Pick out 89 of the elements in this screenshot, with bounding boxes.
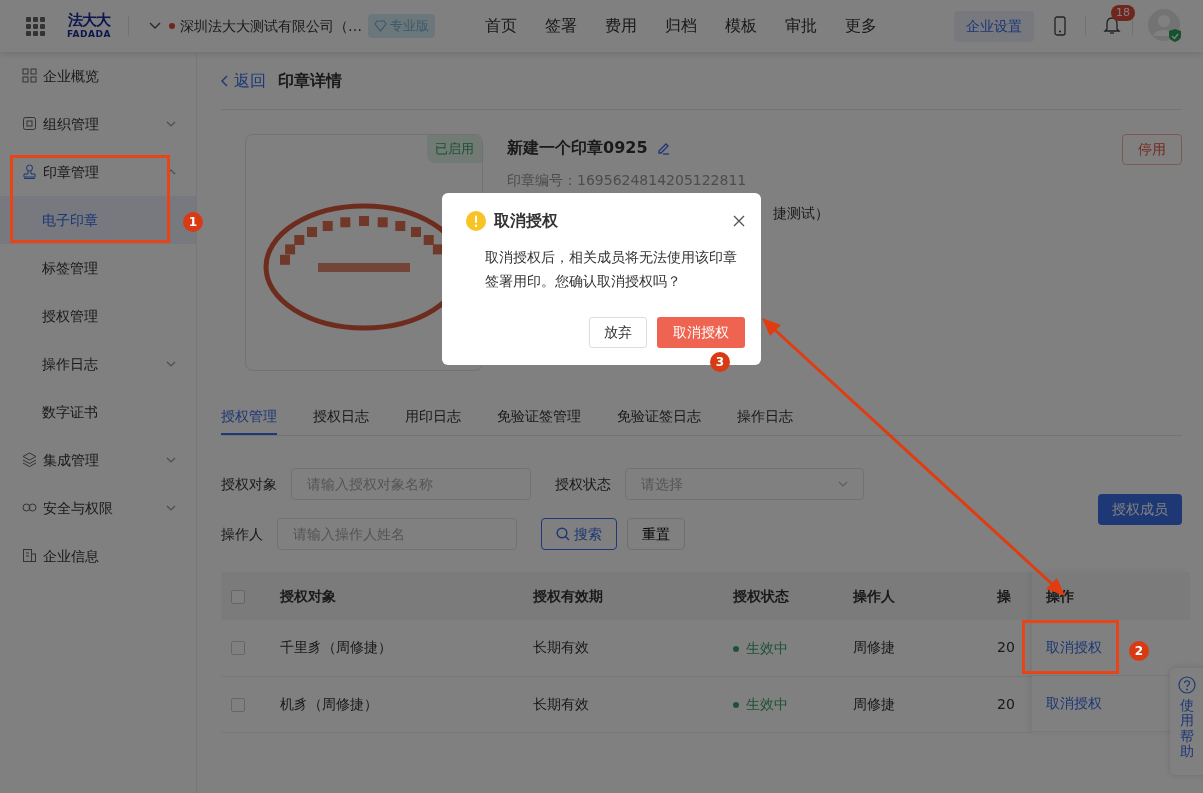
column-header: 操 (995, 572, 1032, 620)
close-button[interactable] (733, 215, 745, 227)
field-label: 授权状态 (555, 474, 611, 494)
status-dot (733, 645, 739, 652)
checkbox[interactable] (231, 589, 245, 604)
column-header: 授权有效期 (518, 572, 718, 620)
sidebar-item[interactable]: 集成管理 (0, 436, 196, 484)
revoke-link[interactable]: 取消授权 (1046, 637, 1102, 658)
status-dot (733, 701, 739, 708)
sidebar-item[interactable]: 安全与权限 (0, 484, 196, 532)
nav-item[interactable]: 费用 (604, 14, 637, 38)
company-name[interactable]: 深圳法大大测试有限公司（… (179, 15, 362, 37)
grid-icon (22, 68, 37, 84)
table-cell: 长期有效 (518, 676, 718, 732)
column-header: 授权状态 (718, 572, 838, 620)
notification-badge: 18 (1111, 5, 1135, 21)
stamp-icon (22, 164, 37, 180)
nav-item[interactable]: 首页 (484, 14, 517, 38)
chevron-icon[interactable] (148, 22, 161, 30)
warning-icon (466, 211, 486, 231)
nav-item[interactable]: 模板 (724, 14, 757, 38)
chevron-icon[interactable] (166, 361, 176, 367)
chevron-icon (838, 481, 848, 487)
sidebar-item[interactable]: 标签管理 (0, 244, 196, 292)
sidebar-item[interactable]: 印章管理 (0, 148, 196, 196)
checkbox[interactable] (231, 641, 245, 656)
back-link[interactable]: 返回 (221, 68, 266, 93)
table-cell: 周修捷 (838, 676, 995, 732)
column-header: 授权对象 (265, 572, 518, 620)
dialog-title: 取消授权 (494, 210, 558, 232)
search-icon (556, 527, 570, 541)
document-icon (22, 548, 37, 564)
table-cell: 千里豸（周修捷） (265, 620, 518, 676)
company-text: 捷测试） (773, 204, 829, 223)
tab[interactable]: 免验证签管理 (497, 400, 581, 435)
reset-button[interactable]: 重置 (627, 518, 685, 550)
table-cell: 长期有效 (518, 620, 718, 676)
chevron-icon[interactable] (166, 505, 176, 511)
bell-icon[interactable] (1103, 16, 1121, 36)
status-badge: 已启用 (427, 135, 482, 163)
dialog-message: 取消授权后，相关成员将无法使用该印章签署用印。您确认取消授权吗？ (485, 248, 738, 291)
logo-subtext: FADADA (67, 30, 111, 39)
diamond-icon (373, 20, 387, 32)
building-icon (22, 116, 37, 132)
chevron-left-icon (221, 74, 228, 87)
help-icon (1178, 676, 1196, 694)
revoke-link[interactable]: 取消授权 (1046, 693, 1102, 714)
field-label: 授权对象 (221, 474, 277, 494)
add-member-button[interactable]: 授权成员 (1098, 493, 1182, 525)
layers-icon (22, 452, 37, 468)
status-dot-icon (168, 23, 175, 29)
sidebar-item[interactable]: 授权管理 (0, 292, 196, 340)
tab[interactable]: 操作日志 (737, 400, 793, 435)
sidebar-item[interactable]: 操作日志 (0, 340, 196, 388)
nav-item[interactable]: 签署 (544, 14, 577, 38)
logo-text: 法大大 (67, 13, 110, 28)
checkbox[interactable] (231, 697, 245, 712)
tab[interactable]: 授权日志 (313, 400, 369, 435)
phone-icon[interactable] (1054, 16, 1066, 36)
sidebar-item[interactable]: 企业信息 (0, 532, 196, 580)
tab[interactable]: 授权管理 (221, 400, 277, 435)
disable-button[interactable]: 停用 (1122, 134, 1182, 165)
apps-grid-icon[interactable] (26, 16, 45, 36)
field-label: 操作人 (221, 524, 263, 544)
sidebar-item[interactable]: 组织管理 (0, 100, 196, 148)
nav-item[interactable]: 审批 (784, 14, 817, 38)
column-header: 操作人 (838, 572, 995, 620)
page-title: 印章详情 (278, 69, 342, 92)
chevron-icon[interactable] (166, 121, 176, 127)
avatar-icon[interactable] (1148, 9, 1182, 43)
nav-item[interactable]: 归档 (664, 14, 697, 38)
chevron-icon[interactable] (166, 457, 176, 463)
cancel-button[interactable]: 放弃 (589, 317, 647, 348)
nav-item[interactable]: 更多 (844, 14, 877, 38)
search-button[interactable]: 搜索 (541, 518, 617, 550)
help-text: 使用帮助 (1180, 698, 1194, 760)
seal-name: 新建一个印章0925 (507, 137, 648, 159)
table-cell: 周修捷 (838, 620, 995, 676)
settings-button[interactable]: 企业设置 (954, 10, 1034, 42)
status-text: 生效中 (746, 695, 788, 715)
sidebar-item[interactable]: 企业概览 (0, 52, 196, 100)
confirm-button[interactable]: 取消授权 (657, 317, 745, 348)
tab[interactable]: 用印日志 (405, 400, 461, 435)
tab[interactable]: 免验证签日志 (617, 400, 701, 435)
status-text: 生效中 (746, 639, 788, 658)
table-cell: 机豸（周修捷） (265, 676, 518, 732)
help-panel[interactable]: 使用帮助 (1170, 668, 1203, 775)
sidebar-item[interactable]: 数字证书 (0, 388, 196, 436)
edit-icon[interactable] (655, 141, 670, 155)
